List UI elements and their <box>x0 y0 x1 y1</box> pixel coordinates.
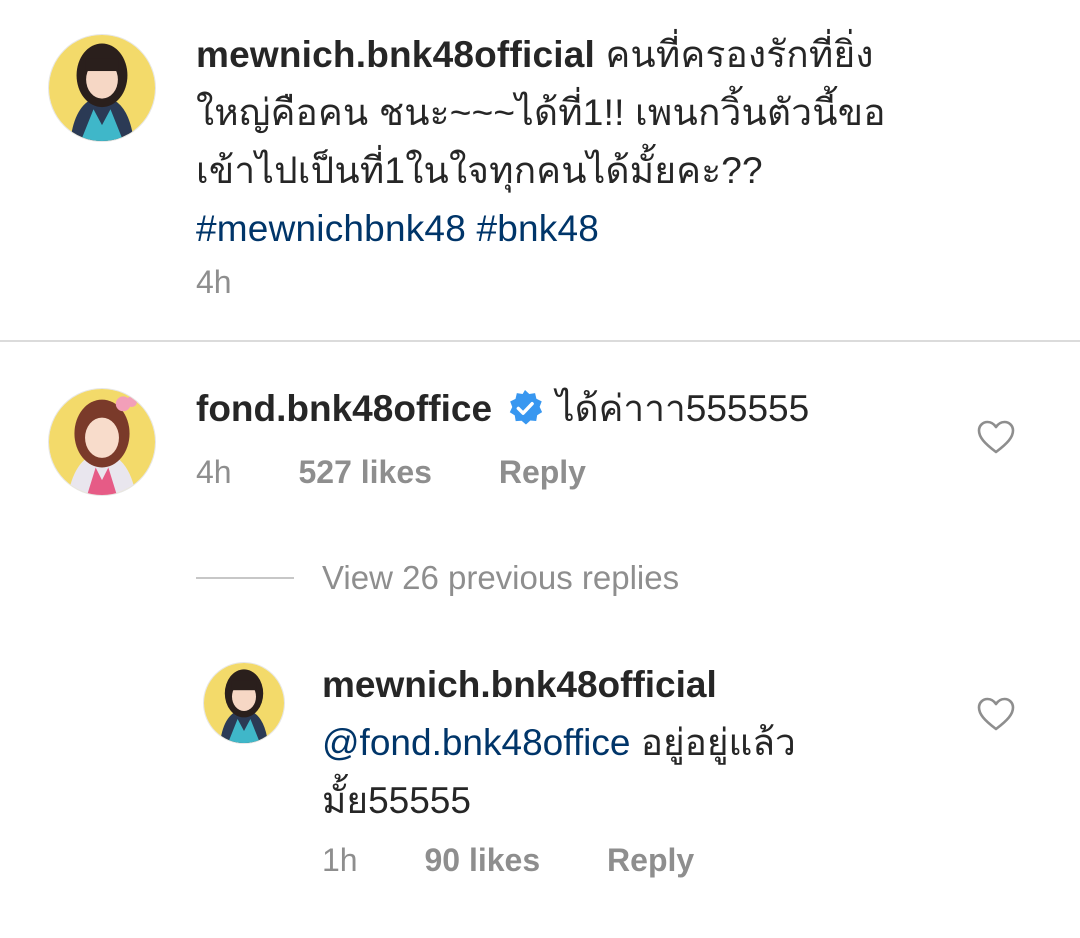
reply-likes[interactable]: 90 likes <box>424 842 540 878</box>
reply-avatar[interactable] <box>203 662 285 744</box>
caption-text-2: ใหญ่คือคน ชนะ~~~ได้ที่1!! เพนกวิ้นตัวนี้… <box>196 92 886 133</box>
comment-username[interactable]: fond.bnk48office <box>196 388 492 429</box>
reply-timestamp: 1h <box>322 842 358 878</box>
reply-text-1: อยู่อยู่แล้ว <box>630 722 796 763</box>
reply-username[interactable]: mewnich.bnk48official <box>322 664 717 705</box>
comment-text: ได้ค่าาา555555 <box>556 388 810 429</box>
profile-photo-icon <box>204 663 284 743</box>
post-caption: mewnich.bnk48official คนที่ครองรักที่ยิ่… <box>196 26 976 258</box>
caption-text-3: เข้าไปเป็นที่1ในใจทุกคนได้มั้ยคะ?? <box>196 150 763 191</box>
caption-timestamp: 4h <box>196 264 232 300</box>
reply-body: mewnich.bnk48official @fond.bnk48office … <box>322 656 922 830</box>
caption-username[interactable]: mewnich.bnk48official <box>196 34 595 75</box>
profile-photo-icon <box>49 389 155 495</box>
comment-likes[interactable]: 527 likes <box>298 454 431 490</box>
reply-reply-button[interactable]: Reply <box>607 842 694 878</box>
verified-badge-icon <box>509 389 543 425</box>
like-heart-icon[interactable] <box>977 697 1015 731</box>
caption-hashtags[interactable]: #mewnichbnk48 #bnk48 <box>196 208 599 249</box>
comment-timestamp: 4h <box>196 454 232 490</box>
caption-text-1: คนที่ครองรักที่ยิ่ง <box>605 34 874 75</box>
replies-divider-line <box>196 577 294 579</box>
profile-photo-icon <box>49 35 155 141</box>
like-heart-icon[interactable] <box>977 420 1015 454</box>
divider <box>0 340 1080 342</box>
comment-reply-button[interactable]: Reply <box>499 454 586 490</box>
comment-avatar[interactable] <box>48 388 156 496</box>
reply-text-2: มั้ย55555 <box>322 780 471 821</box>
comment-row: fond.bnk48office ได้ค่าาา555555 <box>196 380 809 438</box>
view-previous-replies[interactable]: View 26 previous replies <box>196 556 679 600</box>
comment-meta: 4h 527 likes Reply <box>196 454 586 491</box>
reply-mention[interactable]: @fond.bnk48office <box>322 722 630 763</box>
reply-meta: 1h 90 likes Reply <box>322 842 694 879</box>
caption-avatar[interactable] <box>48 34 156 142</box>
view-replies-label: View 26 previous replies <box>322 559 680 596</box>
